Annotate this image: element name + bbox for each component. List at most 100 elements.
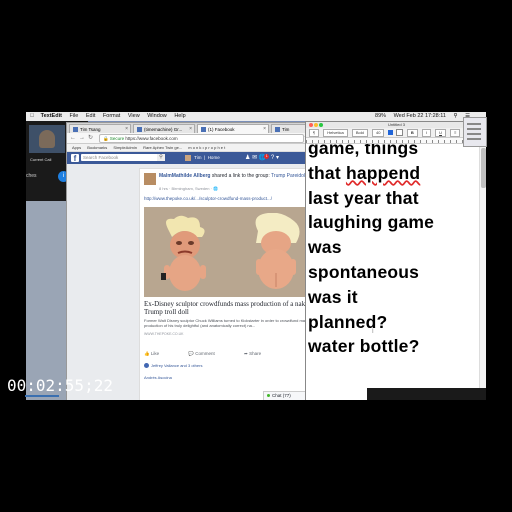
bookmark-apps[interactable]: Apps (72, 145, 81, 150)
friend-requests-icon[interactable]: ♟ (245, 155, 250, 161)
bold-button[interactable]: B (406, 128, 418, 137)
highlight-color-icon[interactable] (395, 129, 403, 137)
search-icon[interactable]: ⚲ (157, 154, 165, 161)
align-left-button[interactable]: ≡ (450, 128, 461, 137)
apple-icon[interactable]:  (30, 113, 34, 119)
feed-post: MalmMathilde Allberg shared a link to th… (139, 168, 327, 400)
minimize-window-icon[interactable] (314, 123, 318, 127)
menubar-status: 89% Wed Feb 22 17:28:11 ⚲ ☰ (375, 112, 476, 121)
home-link[interactable]: Home (208, 155, 220, 160)
bookmark-monk[interactable]: m o n k • p r o p h e t (188, 145, 225, 150)
comment-label: Comment (195, 351, 215, 356)
font-family-select[interactable]: Helvetica (323, 128, 348, 137)
menu-format[interactable]: Format (103, 113, 120, 119)
reload-icon[interactable]: ↻ (88, 134, 93, 142)
menu-file[interactable]: File (69, 113, 78, 119)
post-author[interactable]: MalmMathilde Allberg (159, 173, 211, 179)
bookmark-simpleadmin[interactable]: SimpleAdmin (113, 145, 137, 150)
tab-tim-tsang[interactable]: Tim Tsang × (69, 124, 131, 133)
italic-button[interactable]: I (421, 128, 431, 137)
post-shared-text: shared a link to the group: (211, 173, 270, 179)
messages-icon[interactable]: ✉ (252, 155, 257, 161)
post-image[interactable] (144, 207, 324, 297)
favicon-icon (73, 127, 78, 132)
tab-timemachine[interactable]: (timemachine) Gr... × (133, 124, 195, 133)
textedit-scrollbar[interactable] (479, 144, 486, 400)
ruler-ticks (306, 140, 486, 143)
mac-menubar:  TextEdit File Edit Format View Window … (26, 112, 486, 121)
palette-line (467, 128, 481, 130)
menu-help[interactable]: Help (174, 113, 185, 119)
palette-line (467, 133, 481, 135)
address-bar-row: ← → ↻ 🔒 Secure https://www.facebook.com … (67, 133, 325, 144)
text-cursor-icon: I (372, 329, 374, 335)
text-line: that happend (308, 162, 421, 183)
battery-label[interactable]: 89% (375, 113, 386, 119)
facebook-logo-icon[interactable]: f (71, 154, 79, 163)
menu-view[interactable]: View (128, 113, 140, 119)
zoom-window-icon[interactable] (319, 123, 323, 127)
avatar[interactable] (185, 155, 191, 161)
close-icon[interactable]: × (263, 125, 266, 133)
close-icon[interactable]: × (125, 125, 128, 133)
timecode-progress (25, 395, 59, 397)
misspelled-word[interactable]: happend (346, 163, 420, 183)
search-icon[interactable]: ⚲ (454, 113, 458, 119)
forward-icon[interactable]: → (79, 134, 85, 142)
online-dot-icon (267, 394, 270, 397)
avatar[interactable] (144, 173, 156, 185)
url-input[interactable]: 🔒 Secure https://www.facebook.com (99, 134, 304, 143)
call-video (29, 125, 65, 153)
text-line: game, things (308, 144, 419, 158)
text-color-icon[interactable] (387, 130, 393, 136)
tab-facebook[interactable]: (1) Facebook × (197, 124, 269, 133)
profile-link[interactable]: Tim (194, 155, 201, 160)
back-icon[interactable]: ← (70, 134, 76, 142)
facebook-search-input[interactable]: Search Facebook ⚲ (81, 154, 165, 161)
post-link[interactable]: http://www.thepoke.co.uk/.../sculptor-cr… (144, 196, 272, 201)
text-line: spontaneous (308, 261, 420, 282)
close-icon[interactable]: × (189, 125, 192, 133)
font-style-select[interactable]: Bold (351, 128, 368, 137)
post-meta: 8 hrs · Birmingham, Sweden · 🌐 (159, 186, 218, 191)
textedit-window: Untitled 3 ¶ Helvetica Bold 40 B I U ≡ ☰… (305, 121, 486, 400)
textedit-document[interactable]: game, things that happend last year that… (308, 144, 478, 394)
menu-app-name[interactable]: TextEdit (41, 113, 62, 119)
commenter-name[interactable]: Andrés Asocina (144, 375, 172, 380)
troll-doll-front-image (161, 215, 206, 291)
tab-label: (1) Facebook (208, 127, 235, 132)
lock-icon: 🔒 (103, 136, 109, 141)
bookmark-aphex[interactable]: Rare Aphex Twin ge... (143, 145, 182, 150)
underline-button[interactable]: U (435, 128, 446, 137)
post-reactions[interactable]: Jeffrey Vallance and 3 others (144, 363, 202, 369)
bookmark-bookmarks[interactable]: Bookmarks (87, 145, 107, 150)
post-article-title[interactable]: Ex-Disney sculptor crowdfunds mass produ… (144, 300, 322, 316)
like-button[interactable]: 👍 Like (144, 351, 173, 356)
screen-frame:  TextEdit File Edit Format View Window … (26, 112, 486, 400)
share-button[interactable]: ➦ Share (244, 351, 275, 356)
text-line: was it (308, 286, 358, 307)
post-header: MalmMathilde Allberg shared a link to th… (159, 173, 319, 179)
close-window-icon[interactable] (309, 123, 313, 127)
video-timecode: 00:02:55;22 (7, 376, 113, 395)
post-actions: 👍 Like 💬 Comment ➦ Share (144, 351, 289, 357)
dropdown-icon[interactable]: ▾ (276, 155, 279, 161)
comment-button[interactable]: 💬 Comment (188, 351, 228, 356)
paragraph-style-select[interactable]: ¶ (309, 128, 320, 137)
help-icon[interactable]: ? (271, 155, 274, 161)
menu-edit[interactable]: Edit (86, 113, 95, 119)
clock-label[interactable]: Wed Feb 22 17:28:11 (394, 113, 446, 119)
document-text: game, things that happend last year that… (308, 144, 434, 359)
favicon-icon (137, 127, 142, 132)
tab-label: (timemachine) Gr... (144, 127, 183, 132)
post-group[interactable]: Trump Pareidolia (271, 173, 309, 179)
scrollbar-thumb[interactable] (481, 148, 486, 188)
textedit-title: Untitled 3 (388, 122, 405, 127)
font-size-select[interactable]: 40 (372, 128, 385, 137)
menu-window[interactable]: Window (147, 113, 167, 119)
facebook-header: f Search Facebook ⚲ Tim | Home ♟ ✉ 🌐1 ? … (67, 152, 325, 164)
post-article-source: WWW.THEPOKE.CO.UK (144, 332, 184, 336)
facebook-notification-icons: ♟ ✉ 🌐1 ? ▾ (245, 154, 279, 161)
facebook-nav: Tim | Home (185, 155, 220, 161)
side-palette[interactable] (463, 117, 487, 147)
